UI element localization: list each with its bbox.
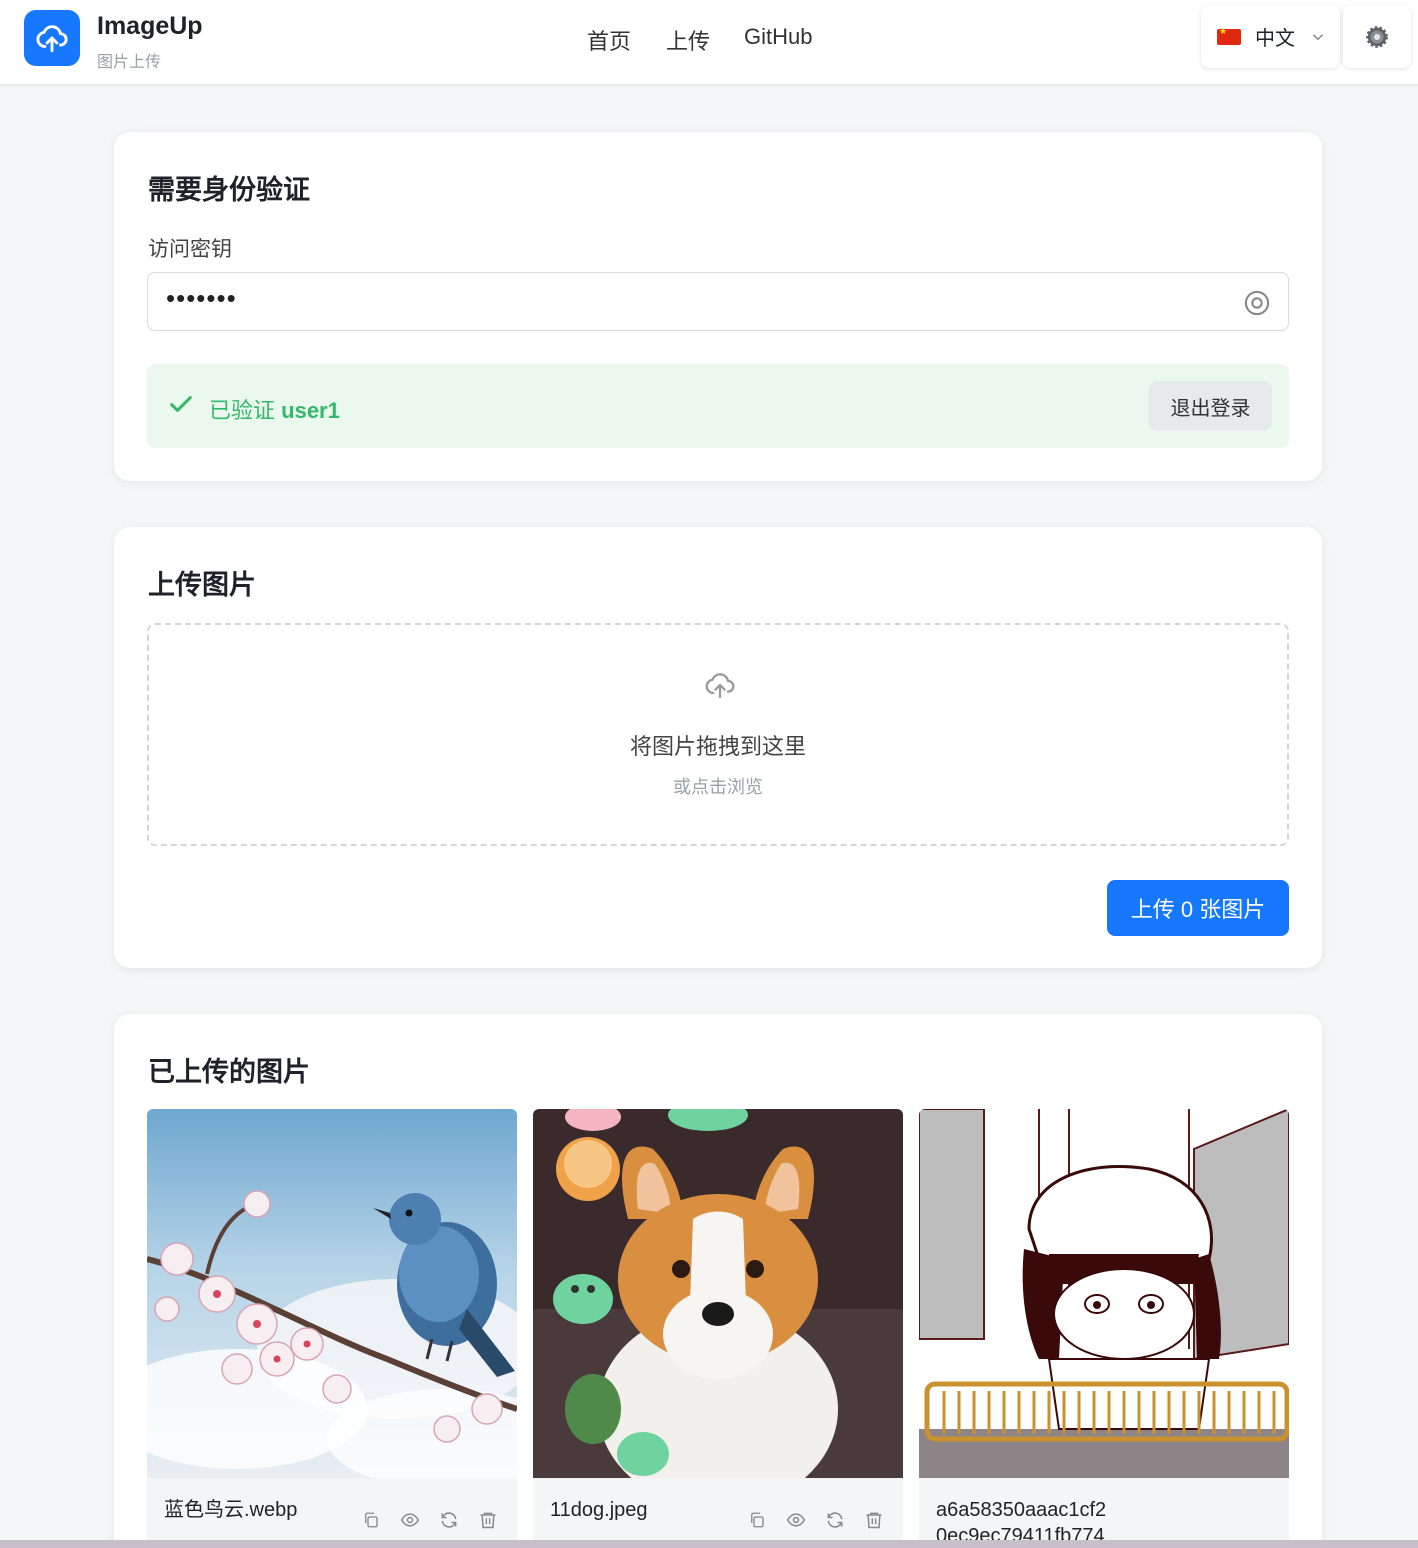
image-card[interactable]: a6a58350aaac1cf20ec9ec79411fb774 — [919, 1109, 1289, 1548]
nav-github-link[interactable]: GitHub — [744, 24, 812, 50]
preview-button[interactable] — [785, 1509, 807, 1531]
refresh-icon — [827, 1512, 843, 1528]
app-subtitle: 图片上传 — [97, 54, 162, 71]
verified-username: user1 — [281, 398, 340, 423]
chevron-down-icon — [1312, 33, 1324, 40]
bottom-edge — [0, 1540, 1418, 1548]
copy-icon — [365, 1512, 378, 1528]
top-header: ImageUp 图片上传 首页 上传 GitHub 中文 — [0, 0, 1418, 85]
verified-banner: 已验证 user1 退出登录 — [147, 364, 1289, 448]
image-thumbnail[interactable] — [147, 1109, 517, 1478]
copy-button[interactable] — [360, 1509, 382, 1531]
trash-icon — [480, 1512, 496, 1529]
delete-button[interactable] — [477, 1509, 499, 1531]
app-logo[interactable] — [24, 10, 80, 66]
image-filename: 11dog.jpeg — [550, 1499, 648, 1521]
cloud-upload-icon — [36, 25, 68, 53]
gallery-title: 已上传的图片 — [148, 1057, 310, 1087]
logout-button[interactable]: 退出登录 — [1149, 381, 1272, 431]
dropzone-text: 将图片拖拽到这里 — [629, 734, 806, 759]
gallery-card: 已上传的图片 蓝色鸟云.webp 11dog.jpeg a6a58350aaac… — [114, 1014, 1322, 1548]
image-filename: 蓝色鸟云.webp — [164, 1499, 298, 1521]
image-thumbnail[interactable] — [919, 1109, 1289, 1478]
toggle-visibility-button[interactable] — [1242, 288, 1272, 318]
eye-icon — [400, 1513, 420, 1527]
check-icon — [170, 396, 192, 412]
upload-card: 上传图片 将图片拖拽到这里 或点击浏览 上传 0 张图片 — [114, 527, 1322, 968]
image-actions — [746, 1509, 885, 1531]
browse-link[interactable]: 或点击浏览 — [149, 773, 1287, 799]
refresh-button[interactable] — [824, 1509, 846, 1531]
gear-icon — [1366, 25, 1388, 48]
verified-prefix: 已验证 — [209, 398, 276, 423]
copy-icon — [751, 1512, 764, 1528]
image-actions — [360, 1509, 499, 1531]
image-card[interactable]: 蓝色鸟云.webp — [147, 1109, 517, 1548]
language-label: 中文 — [1255, 28, 1295, 50]
image-card[interactable]: 11dog.jpeg — [533, 1109, 903, 1548]
settings-button[interactable] — [1343, 5, 1411, 68]
access-key-label: 访问密钥 — [148, 238, 232, 261]
eye-icon — [1244, 290, 1270, 316]
refresh-icon — [441, 1512, 457, 1528]
upload-title: 上传图片 — [148, 570, 256, 600]
preview-button[interactable] — [399, 1509, 421, 1531]
eye-icon — [786, 1513, 806, 1527]
refresh-button[interactable] — [438, 1509, 460, 1531]
access-key-input[interactable]: ••••••• — [147, 272, 1289, 331]
delete-button[interactable] — [863, 1509, 885, 1531]
image-dropzone[interactable]: 将图片拖拽到这里 或点击浏览 — [147, 623, 1289, 846]
verified-status: 已验证 user1 — [209, 393, 340, 425]
auth-title: 需要身份验证 — [148, 175, 310, 205]
cloud-upload-icon — [705, 673, 735, 699]
nav-home-link[interactable]: 首页 — [587, 24, 631, 56]
app-title: ImageUp — [97, 12, 203, 40]
trash-icon — [866, 1512, 882, 1529]
china-flag-icon — [1217, 26, 1241, 45]
language-select[interactable]: 中文 — [1201, 5, 1340, 68]
auth-card: 需要身份验证 访问密钥 ••••••• 已验证 user1 退出登录 — [114, 132, 1322, 481]
image-thumbnail[interactable] — [533, 1109, 903, 1478]
upload-submit-button[interactable]: 上传 0 张图片 — [1107, 880, 1289, 936]
password-value: ••••••• — [166, 283, 237, 313]
copy-button[interactable] — [746, 1509, 768, 1531]
nav-upload-link[interactable]: 上传 — [666, 24, 710, 56]
